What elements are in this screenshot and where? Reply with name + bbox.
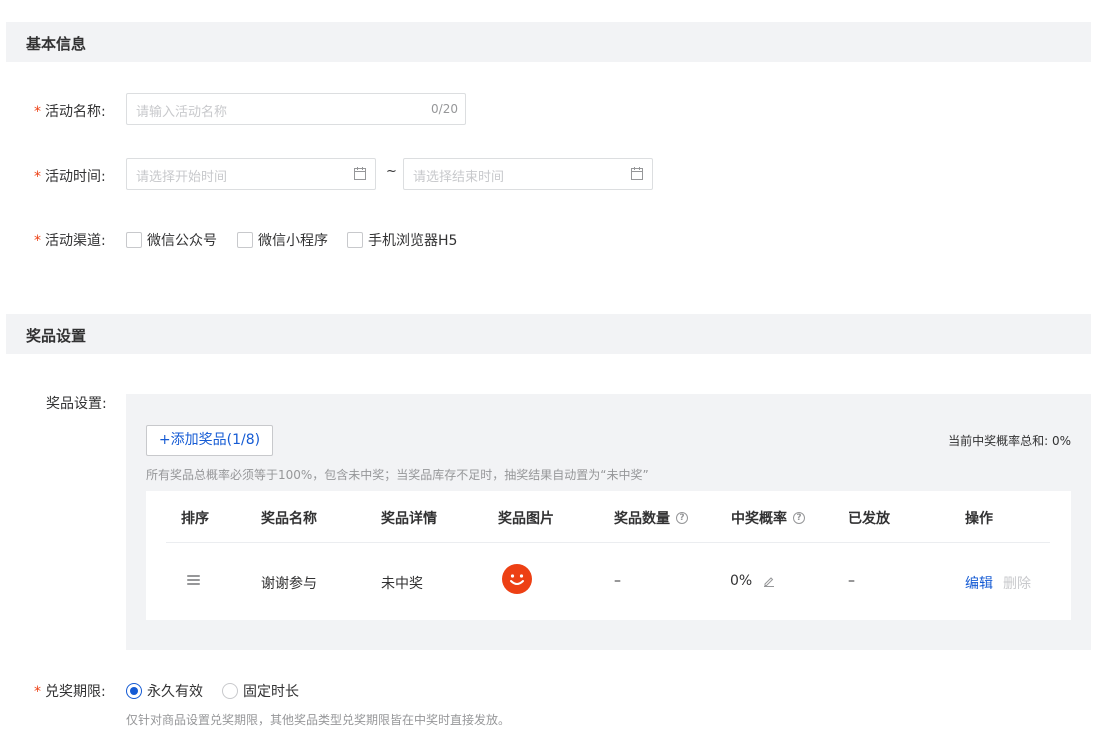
channel-wechat-miniprogram-checkbox[interactable]: 微信小程序: [237, 230, 328, 250]
start-time-picker[interactable]: 请选择开始时间: [126, 158, 376, 190]
edit-prize-link[interactable]: 编辑: [965, 576, 993, 592]
prize-settings-label: 奖品设置:: [46, 396, 107, 412]
prize-hint: 所有奖品总概率必须等于100%，包含未中奖；当奖品库存不足时，抽奖结果自动置为“…: [146, 468, 649, 482]
date-range-separator: ~: [386, 164, 397, 179]
radio-dot-selected[interactable]: [126, 683, 142, 699]
radio-dot[interactable]: [222, 683, 238, 699]
help-icon[interactable]: ?: [676, 512, 688, 524]
column-header-name: 奖品名称: [261, 511, 317, 527]
help-icon[interactable]: ?: [793, 512, 805, 524]
prize-table: 排序 奖品名称 奖品详情 奖品图片 奖品数量 ? 中奖概率 ? 已发放 操作 谢…: [146, 491, 1071, 620]
checkbox-box[interactable]: [347, 232, 363, 248]
basic-info-title: 基本信息: [26, 35, 87, 53]
checkbox-box[interactable]: [237, 232, 253, 248]
redeem-period-label: * 兑奖期限:: [34, 684, 106, 700]
column-header-issued: 已发放: [848, 511, 890, 527]
required-mark: *: [34, 233, 41, 249]
required-mark: *: [34, 684, 41, 700]
prize-quantity-cell: –: [614, 573, 621, 589]
drag-handle-icon[interactable]: [187, 575, 200, 587]
start-time-placeholder: 请选择开始时间: [136, 170, 228, 185]
prize-issued-cell: –: [848, 573, 855, 589]
activity-name-placeholder: 请输入活动名称: [136, 105, 228, 120]
prize-settings-title: 奖品设置: [26, 327, 87, 345]
char-counter: 0/20: [431, 102, 458, 116]
redeem-permanent-radio[interactable]: 永久有效: [126, 681, 203, 701]
activity-name-input[interactable]: 请输入活动名称 0/20: [126, 93, 466, 125]
required-mark: *: [34, 169, 41, 185]
prize-settings-header: 奖品设置: [6, 314, 1091, 354]
redeem-fixed-radio[interactable]: 固定时长: [222, 681, 299, 701]
activity-channel-label: * 活动渠道:: [34, 233, 106, 249]
column-header-detail: 奖品详情: [381, 511, 437, 527]
column-header-probability: 中奖概率 ?: [731, 508, 805, 528]
prize-panel: +添加奖品(1/8) 当前中奖概率总和: 0% 所有奖品总概率必须等于100%，…: [126, 394, 1091, 650]
calendar-icon: [354, 167, 366, 180]
prize-actions-cell: 编辑 删除: [965, 573, 1031, 593]
column-header-quantity: 奖品数量 ?: [614, 508, 688, 528]
channel-h5-checkbox[interactable]: 手机浏览器H5: [347, 230, 457, 250]
activity-name-label: * 活动名称:: [34, 104, 106, 120]
prize-probability-cell: 0%: [730, 573, 775, 589]
activity-time-label: * 活动时间:: [34, 169, 106, 185]
column-header-image: 奖品图片: [498, 511, 554, 527]
prize-detail-cell: 未中奖: [381, 576, 423, 592]
table-divider: [166, 542, 1050, 543]
edit-pencil-icon[interactable]: [763, 575, 775, 587]
probability-sum: 当前中奖概率总和: 0%: [948, 434, 1071, 448]
add-prize-button[interactable]: +添加奖品(1/8): [146, 425, 273, 456]
column-header-sort: 排序: [181, 511, 209, 527]
delete-prize-link[interactable]: 删除: [1003, 576, 1031, 592]
calendar-icon: [631, 167, 643, 180]
checkbox-box[interactable]: [126, 232, 142, 248]
column-header-actions: 操作: [965, 511, 993, 527]
end-time-picker[interactable]: 请选择结束时间: [403, 158, 653, 190]
end-time-placeholder: 请选择结束时间: [413, 170, 505, 185]
basic-info-header: 基本信息: [6, 22, 1091, 62]
prize-name-cell: 谢谢参与: [261, 576, 317, 592]
required-mark: *: [34, 104, 41, 120]
channel-wechat-official-checkbox[interactable]: 微信公众号: [126, 230, 217, 250]
redeem-hint: 仅针对商品设置兑奖期限，其他奖品类型兑奖期限皆在中奖时直接发放。: [126, 713, 511, 727]
smile-face-icon: [502, 564, 532, 594]
